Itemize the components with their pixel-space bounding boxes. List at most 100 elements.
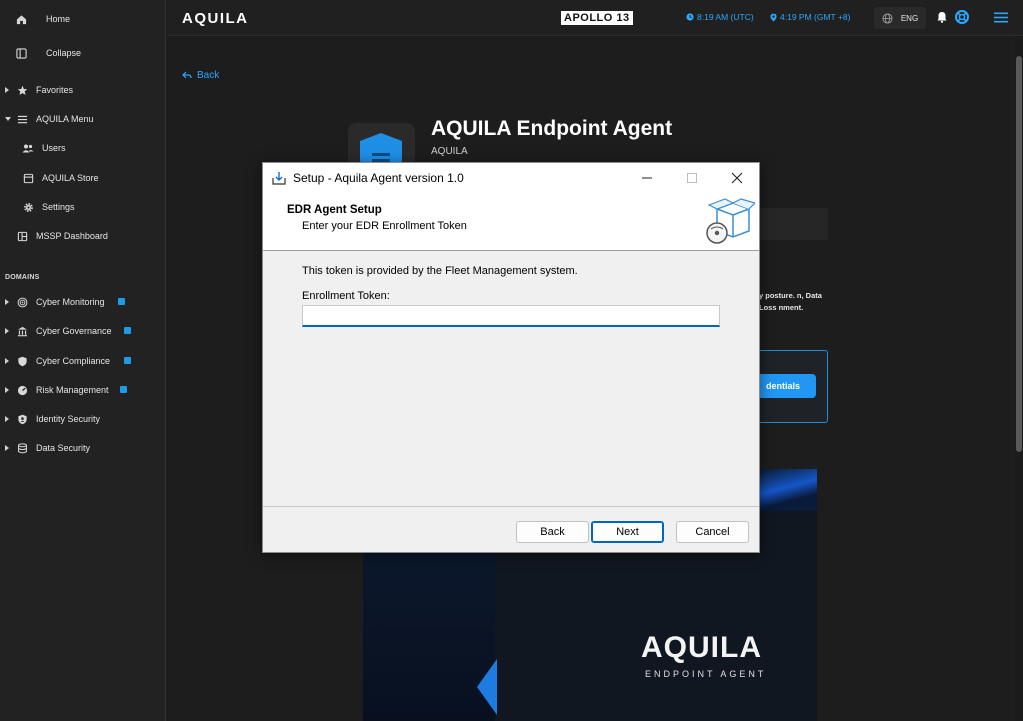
support-lifebuoy-icon[interactable] bbox=[955, 10, 969, 24]
language-label: ENG bbox=[900, 13, 919, 23]
sidebar-item-aquila-store[interactable]: AQUILA Store bbox=[0, 166, 166, 190]
domains-heading: DOMAINS bbox=[5, 274, 40, 281]
close-icon bbox=[731, 172, 742, 184]
wizard-page-subtitle: Enter your EDR Enrollment Token bbox=[302, 220, 467, 232]
close-button[interactable] bbox=[714, 163, 759, 193]
language-selector[interactable]: ENG bbox=[874, 7, 926, 29]
maximize-button bbox=[669, 163, 714, 193]
sidebar-item-label: Identity Security bbox=[36, 414, 101, 424]
apollo-logo: APOLLO 13 bbox=[561, 11, 633, 25]
sidebar-item-cyber-monitoring[interactable]: Cyber Monitoring bbox=[0, 290, 166, 314]
chevron-right-icon bbox=[5, 387, 9, 393]
tab-strip bbox=[750, 208, 828, 240]
dialog-title: Setup - Aquila Agent version 1.0 bbox=[293, 171, 464, 185]
promo-logo: AQUILA bbox=[641, 631, 762, 664]
promo-shape-graphic bbox=[477, 659, 497, 715]
sidebar-item-label: Cyber Compliance bbox=[36, 356, 111, 366]
page-scrollbar[interactable] bbox=[1015, 36, 1023, 721]
sidebar-item-identity-security[interactable]: Identity Security bbox=[0, 407, 166, 431]
external-badge-icon bbox=[124, 357, 131, 364]
radar-icon bbox=[16, 296, 28, 308]
gauge-icon bbox=[16, 384, 28, 396]
token-description: This token is provided by the Fleet Mana… bbox=[302, 265, 578, 277]
clock-icon bbox=[686, 13, 694, 21]
hamburger-menu-icon[interactable] bbox=[994, 12, 1008, 23]
chevron-down-icon bbox=[5, 117, 11, 121]
sidebar-item-mssp-dashboard[interactable]: MSSP Dashboard bbox=[0, 224, 166, 248]
sidebar-item-label: Cyber Monitoring bbox=[36, 297, 105, 307]
enrollment-token-input[interactable] bbox=[302, 305, 720, 327]
sidebar-item-cyber-governance[interactable]: Cyber Governance bbox=[0, 319, 166, 343]
sidebar-item-label: Collapse bbox=[46, 48, 82, 58]
next-button[interactable]: Next bbox=[591, 521, 664, 543]
app-vendor: AQUILA bbox=[431, 146, 468, 157]
chevron-right-icon bbox=[5, 416, 9, 422]
sidebar-item-label: Settings bbox=[42, 202, 75, 212]
sidebar-item-label: MSSP Dashboard bbox=[36, 231, 108, 241]
minimize-button[interactable] bbox=[624, 163, 669, 193]
sidebar-item-label: Favorites bbox=[36, 85, 74, 95]
sidebar-item-favorites[interactable]: Favorites bbox=[0, 78, 166, 102]
external-badge-icon bbox=[118, 298, 125, 305]
sidebar-item-cyber-compliance[interactable]: Cyber Compliance bbox=[0, 349, 166, 373]
sidebar-item-label: Users bbox=[42, 143, 66, 153]
back-link[interactable]: Back bbox=[182, 70, 219, 81]
sidebar-item-label: Home bbox=[46, 14, 71, 24]
local-clock: 4:19 PM (GMT +8) bbox=[770, 12, 850, 22]
globe-icon bbox=[882, 12, 893, 24]
setup-dialog: Setup - Aquila Agent version 1.0 EDR Age… bbox=[262, 162, 760, 553]
sidebar-item-data-security[interactable]: Data Security bbox=[0, 436, 166, 460]
chevron-right-icon bbox=[5, 445, 9, 451]
dashboard-icon bbox=[16, 230, 28, 242]
users-icon bbox=[22, 142, 34, 154]
promo-tagline: ENDPOINT AGENT bbox=[645, 669, 767, 679]
bell-icon[interactable] bbox=[937, 11, 947, 23]
sidebar-item-label: Risk Management bbox=[36, 385, 109, 395]
star-icon bbox=[16, 84, 28, 96]
dialog-header: EDR Agent Setup Enter your EDR Enrollmen… bbox=[263, 193, 759, 251]
external-badge-icon bbox=[124, 327, 131, 334]
location-pin-icon bbox=[770, 13, 777, 21]
bank-icon bbox=[16, 325, 28, 337]
chevron-right-icon bbox=[5, 87, 9, 93]
sidebar-item-users[interactable]: Users bbox=[0, 136, 166, 160]
minimize-icon bbox=[641, 177, 652, 179]
identity-shield-icon bbox=[16, 413, 28, 425]
sidebar: Home Collapse Favorites AQUILA Menu User… bbox=[0, 0, 166, 721]
package-box-icon bbox=[706, 198, 755, 244]
sidebar-collapse[interactable]: Collapse bbox=[0, 41, 166, 65]
top-bar: AQUILA APOLLO 13 8:19 AM (UTC) 4:19 PM (… bbox=[167, 0, 1023, 36]
sidebar-item-home[interactable]: Home bbox=[0, 7, 166, 31]
chevron-right-icon bbox=[5, 328, 9, 334]
cancel-button[interactable]: Cancel bbox=[676, 521, 749, 543]
menu-icon bbox=[16, 113, 28, 125]
utc-time-text: 8:19 AM (UTC) bbox=[697, 12, 754, 22]
dialog-titlebar[interactable]: Setup - Aquila Agent version 1.0 bbox=[263, 163, 759, 193]
sidebar-item-label: Data Security bbox=[36, 443, 91, 453]
utc-clock: 8:19 AM (UTC) bbox=[686, 12, 754, 22]
database-icon bbox=[16, 442, 28, 454]
scrollbar-thumb[interactable] bbox=[1016, 56, 1022, 452]
sidebar-item-label: AQUILA Menu bbox=[36, 114, 94, 124]
chevron-right-icon bbox=[5, 299, 9, 305]
sidebar-item-settings[interactable]: Settings bbox=[0, 195, 166, 219]
back-button[interactable]: Back bbox=[516, 521, 589, 543]
shield-icon bbox=[16, 355, 28, 367]
app-description: y posture. n, Data Loss nment. bbox=[759, 291, 822, 312]
external-badge-icon bbox=[120, 386, 127, 393]
gear-icon bbox=[22, 201, 34, 213]
back-arrow-icon bbox=[182, 71, 192, 79]
sidebar-item-label: AQUILA Store bbox=[42, 173, 99, 183]
maximize-icon bbox=[686, 173, 697, 183]
sidebar-item-risk-management[interactable]: Risk Management bbox=[0, 378, 166, 402]
sidebar-item-aquila-menu[interactable]: AQUILA Menu bbox=[0, 107, 166, 131]
chevron-right-icon bbox=[5, 358, 9, 364]
promo-wave-graphic bbox=[758, 469, 817, 511]
home-icon bbox=[15, 13, 27, 25]
back-link-label: Back bbox=[197, 70, 220, 81]
store-icon bbox=[22, 172, 34, 184]
installer-icon bbox=[272, 172, 286, 185]
brand-logo[interactable]: AQUILA bbox=[182, 10, 249, 27]
wizard-page-title: EDR Agent Setup bbox=[287, 204, 382, 216]
local-time-text: 4:19 PM (GMT +8) bbox=[780, 12, 851, 22]
